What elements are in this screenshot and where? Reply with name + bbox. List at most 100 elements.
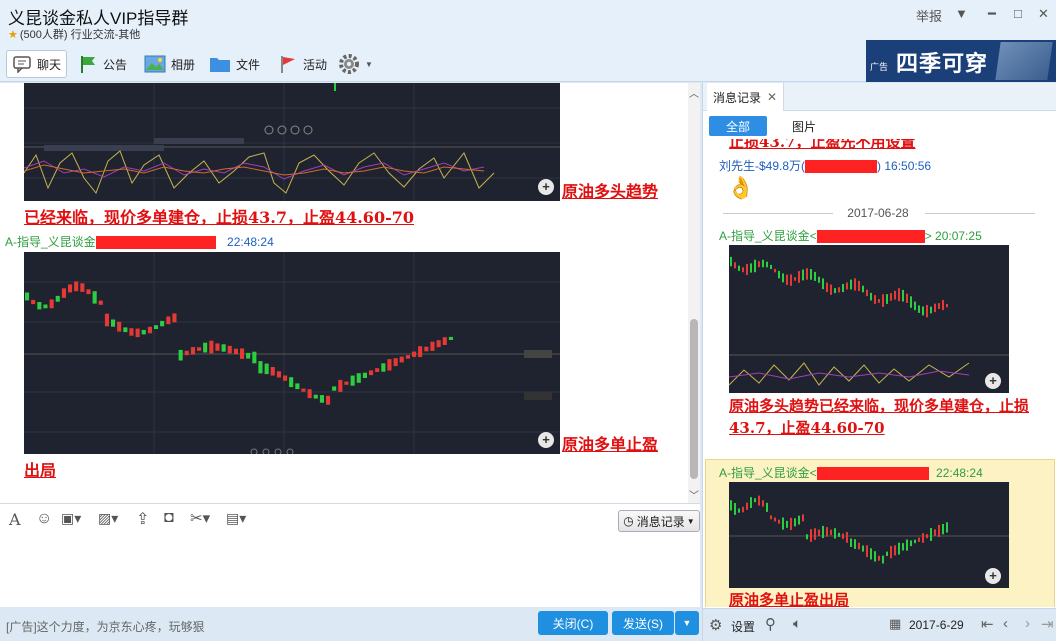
candle-mark [810,269,812,280]
candle-mark [762,259,764,268]
tab-notice[interactable]: 公告 [78,50,127,78]
history-chart-image-2[interactable]: + [729,482,1009,588]
tab-activity-label: 活动 [303,57,328,72]
candle-mark [878,299,880,303]
send-options-button[interactable]: ▼ [675,611,699,635]
filter-all[interactable]: 全部 [709,116,767,136]
scrollbar-thumb[interactable] [690,319,698,479]
close-button[interactable]: 关闭(C) [538,611,608,635]
candle-mark [926,534,928,539]
candle-mark [227,345,232,354]
search-icon[interactable]: ⚲ [765,615,776,633]
candle-mark [830,284,832,295]
history-partial-message: 止损43.7，止盈先不用设置 [729,139,916,151]
ad-text-link[interactable]: [广告]这个力度，为京东心疼，玩够狠 [6,618,205,635]
history-msg-3-sender[interactable]: A-指导_义昆谈金< [719,229,817,243]
history-msg-liu-sender[interactable]: 刘先生-$49.8万( [719,159,805,173]
dropdown-icon[interactable]: ▼ [955,6,968,21]
candle-mark [61,288,66,298]
candle-mark [129,328,134,336]
candle-mark [890,546,892,559]
candle-mark [31,299,36,305]
tab-activity[interactable]: 活动 [278,50,327,78]
history-chart-image-1[interactable]: + [729,245,1009,393]
candle-mark [190,347,195,355]
candle-mark [393,358,398,367]
maximize-icon[interactable]: □ [1014,6,1022,21]
tab-file-label: 文件 [236,57,261,72]
settings-menu[interactable]: ▼ [338,50,373,78]
history-date[interactable]: 2017-6-29 [909,618,964,632]
ad-product-image [995,42,1053,80]
calendar-icon[interactable]: ▦ [889,616,901,632]
scroll-down-icon[interactable]: ﹀ [689,487,699,502]
report-link[interactable]: 举报 [916,6,942,25]
first-page-icon[interactable]: ⇤ [981,615,994,633]
redacted-block [95,236,216,250]
close-tab-icon[interactable]: ✕ [767,90,777,104]
expand-image-icon[interactable]: + [538,432,554,448]
candle-mark [276,371,281,378]
gear-icon[interactable]: ⚙ [709,616,722,634]
ad-banner[interactable]: 广告 四季可穿 [866,40,1056,82]
candle-mark [418,346,423,358]
prev-page-icon[interactable]: ‹ [1003,615,1008,632]
send-button[interactable]: 发送(S) [612,611,674,635]
candle-mark [332,386,337,391]
candle-mark [160,320,165,327]
scissors-icon[interactable]: ✂▾ [190,509,210,527]
candle-mark [914,539,916,544]
chat-scrollbar[interactable]: ︿ ﹀ [688,83,700,503]
candle-mark [442,337,447,345]
more-tools-icon[interactable]: ▤▾ [226,510,246,527]
candle-mark [758,261,760,268]
image-icon[interactable]: ▨▾ [98,510,118,527]
last-page-icon[interactable]: ⇥ [1041,615,1054,633]
candle-mark [910,540,912,547]
ok-hand-emoji-icon: 👌 [727,175,755,200]
message-input[interactable] [0,537,700,607]
candle-mark [942,299,944,311]
tab-file[interactable]: 文件 [209,50,260,78]
message-history-button[interactable]: ◷ 消息记录 ▼ [618,510,700,532]
candle-mark [810,529,812,542]
candle-mark [338,379,343,392]
history-msg-4-sender[interactable]: A-指导_义昆谈金< [719,466,817,480]
tab-message-history[interactable]: 消息记录 ✕ [707,83,785,111]
candle-mark [874,295,876,304]
expand-image-icon[interactable]: + [985,568,1001,584]
settings-label[interactable]: 设置 [731,618,755,635]
candle-mark [344,381,349,385]
message-2-sender[interactable]: A-指导_义昆谈金 [5,235,96,249]
emoji-icon[interactable]: ☺ [36,510,52,528]
upload-icon[interactable]: ⇪ [136,509,149,529]
candle-mark [846,532,848,543]
tab-chat[interactable]: 聊天 [6,50,68,78]
history-log[interactable]: 止损43.7，止盈先不用设置 刘先生-$49.8万() 16:50:56 👌 2… [703,139,1056,607]
candle-mark [834,528,836,539]
speaker-icon[interactable]: 🔈︎ [793,615,801,632]
filter-images[interactable]: 图片 [779,116,829,136]
candle-mark [750,263,752,273]
candle-mark [814,528,816,540]
close-window-icon[interactable]: ✕ [1038,6,1049,22]
candle-mark [822,525,824,539]
gift-icon[interactable]: ◘ [164,509,174,527]
scroll-up-icon[interactable]: ︿ [689,85,699,100]
gift-emoji-icon[interactable]: ▣▾ [61,510,81,527]
candle-mark [862,545,864,552]
candle-mark [742,267,744,273]
flag-notice-icon [81,56,95,73]
next-page-icon[interactable]: › [1025,615,1030,632]
expand-image-icon[interactable]: + [538,179,554,195]
minimize-icon[interactable]: ━ [988,6,996,22]
chart-image-1[interactable]: + [24,83,560,201]
chat-message-area[interactable]: + 原油多头趋势 已经来临，现价多单建仓，止损43.7，止盈44.60-70 A… [0,83,700,503]
font-icon[interactable]: A [9,510,21,529]
candle-mark [818,529,820,536]
tab-album[interactable]: 相册 [144,50,195,78]
candle-mark [184,350,189,356]
history-msg-liu-header: 刘先生-$49.8万() 16:50:56 [719,157,931,174]
chart-image-2[interactable]: + [24,252,560,454]
expand-image-icon[interactable]: + [985,373,1001,389]
